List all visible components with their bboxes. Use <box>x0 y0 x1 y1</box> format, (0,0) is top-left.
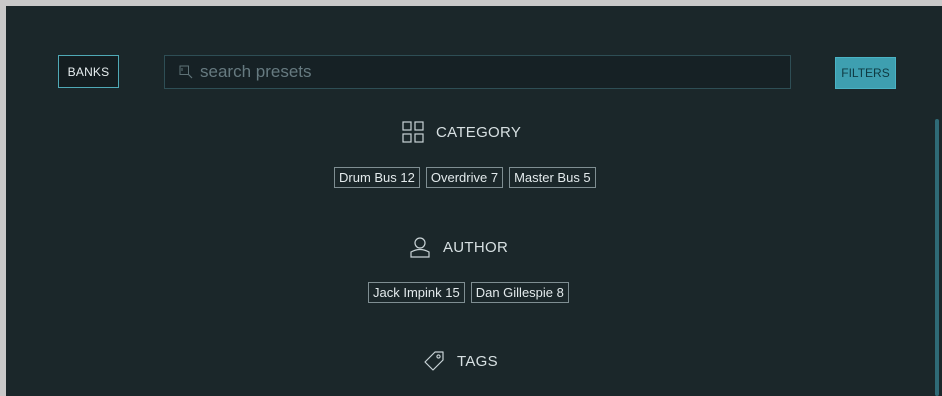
author-heading[interactable]: AUTHOR <box>409 236 508 258</box>
category-heading[interactable]: CATEGORY <box>402 121 521 143</box>
banks-button[interactable]: BANKS <box>58 55 119 88</box>
tag-icon <box>423 350 445 372</box>
user-icon <box>409 236 431 258</box>
scrollbar[interactable] <box>935 119 939 396</box>
search-icon <box>179 65 193 79</box>
filters-button[interactable]: FILTERS <box>835 57 896 89</box>
category-chip[interactable]: Master Bus 5 <box>509 167 596 188</box>
category-chips: Drum Bus 12 Overdrive 7 Master Bus 5 <box>334 167 596 188</box>
search-input[interactable] <box>200 57 790 87</box>
author-chip[interactable]: Jack Impink 15 <box>368 282 465 303</box>
tags-title: TAGS <box>457 352 498 370</box>
category-chip[interactable]: Drum Bus 12 <box>334 167 420 188</box>
author-chips: Jack Impink 15 Dan Gillespie 8 <box>368 282 569 303</box>
author-title: AUTHOR <box>443 238 509 256</box>
category-chip[interactable]: Overdrive 7 <box>425 167 504 188</box>
banks-button-label: BANKS <box>67 64 110 79</box>
preset-browser-panel: BANKS FILTERS CATEGORY Drum Bus 12 Ov <box>6 6 942 396</box>
search-box[interactable] <box>164 55 791 89</box>
category-title: CATEGORY <box>436 123 522 141</box>
author-chip[interactable]: Dan Gillespie 8 <box>470 282 569 303</box>
filters-button-label: FILTERS <box>841 66 890 80</box>
tags-heading[interactable]: TAGS <box>423 350 498 372</box>
grid-icon <box>402 121 424 143</box>
